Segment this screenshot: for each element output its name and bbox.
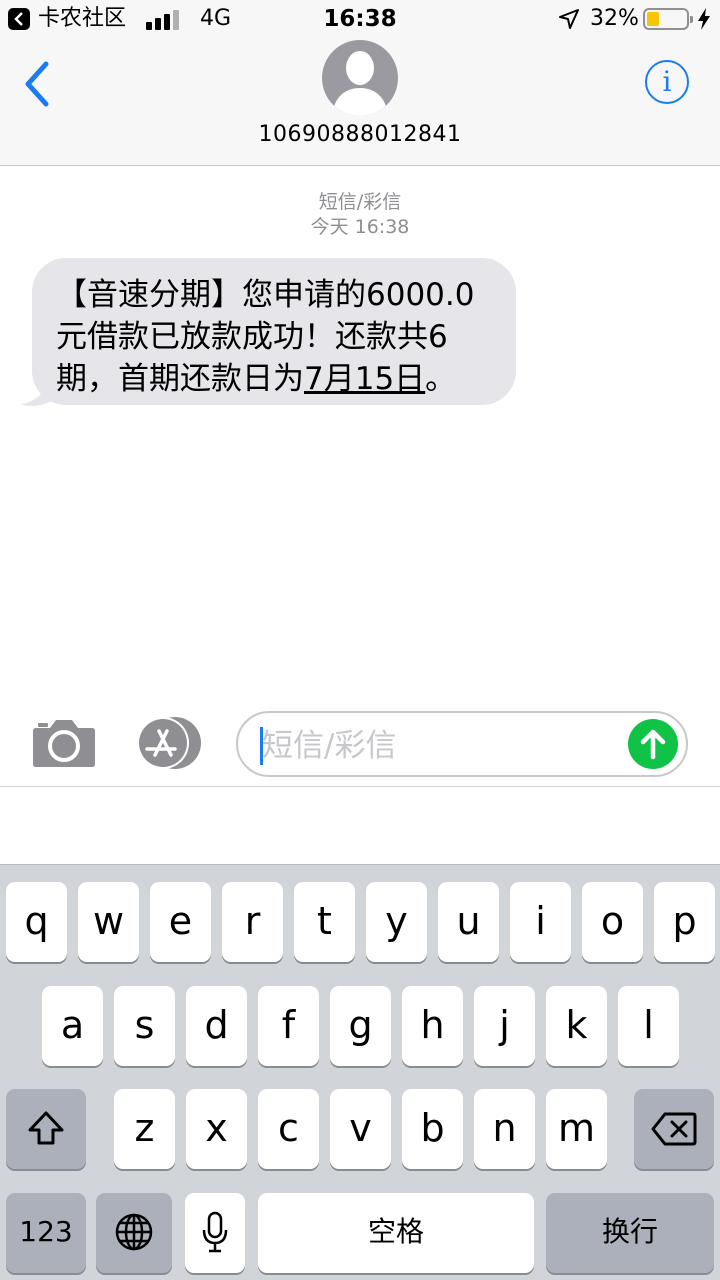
microphone-icon xyxy=(202,1211,228,1253)
message-date-link[interactable]: 7月15日 xyxy=(304,361,425,397)
contact-avatar[interactable] xyxy=(322,40,398,116)
key-h[interactable]: h xyxy=(402,986,463,1066)
key-a[interactable]: a xyxy=(42,986,103,1066)
composer-divider xyxy=(0,786,720,787)
key-o[interactable]: o xyxy=(582,882,643,962)
charging-bolt-icon xyxy=(698,8,710,30)
message-input-placeholder: 短信/彩信 xyxy=(262,728,397,764)
key-y[interactable]: y xyxy=(366,882,427,962)
battery-fill xyxy=(647,12,659,26)
battery-percent: 32% xyxy=(590,6,639,31)
dictation-key[interactable] xyxy=(185,1193,245,1273)
battery-icon xyxy=(643,8,693,30)
key-t[interactable]: t xyxy=(294,882,355,962)
key-z[interactable]: z xyxy=(114,1089,175,1169)
contact-number[interactable]: 10690888012841 xyxy=(0,120,720,150)
back-chevron-icon[interactable] xyxy=(20,60,60,110)
key-l[interactable]: l xyxy=(618,986,679,1066)
key-r[interactable]: r xyxy=(222,882,283,962)
key-j[interactable]: j xyxy=(474,986,535,1066)
message-text-end: 。 xyxy=(425,361,457,397)
key-u[interactable]: u xyxy=(438,882,499,962)
message-timestamp: 今天 16:38 xyxy=(310,216,410,238)
key-e[interactable]: e xyxy=(150,882,211,962)
key-w[interactable]: w xyxy=(78,882,139,962)
key-i[interactable]: i xyxy=(510,882,571,962)
return-key[interactable]: 换行 xyxy=(546,1193,714,1273)
incoming-message-bubble[interactable]: 【音速分期】您申请的6000.0元借款已放款成功！还款共6期，首期还款日为7月1… xyxy=(32,258,516,405)
key-p[interactable]: p xyxy=(654,882,715,962)
key-c[interactable]: c xyxy=(258,1089,319,1169)
key-b[interactable]: b xyxy=(402,1089,463,1169)
key-s[interactable]: s xyxy=(114,986,175,1066)
globe-icon xyxy=(115,1213,153,1251)
key-g[interactable]: g xyxy=(330,986,391,1066)
message-input[interactable]: 短信/彩信 xyxy=(236,711,688,777)
key-n[interactable]: n xyxy=(474,1089,535,1169)
conversation-header: 10690888012841 i xyxy=(0,40,720,166)
message-service-label: 短信/彩信 xyxy=(318,191,402,213)
key-f[interactable]: f xyxy=(258,986,319,1066)
arrow-up-icon xyxy=(640,729,666,760)
key-v[interactable]: v xyxy=(330,1089,391,1169)
location-arrow-icon xyxy=(559,9,579,29)
info-icon[interactable]: i xyxy=(645,60,689,104)
app-store-icon[interactable] xyxy=(133,715,205,771)
delete-key[interactable] xyxy=(634,1089,714,1169)
globe-key[interactable] xyxy=(96,1193,172,1273)
delete-icon xyxy=(651,1112,697,1146)
key-k[interactable]: k xyxy=(546,986,607,1066)
key-m[interactable]: m xyxy=(546,1089,607,1169)
camera-icon[interactable] xyxy=(32,718,96,768)
keyboard: q w e r t y u i o p a s d f g h j k l z … xyxy=(0,864,720,1280)
send-button[interactable] xyxy=(628,719,678,769)
numbers-key[interactable]: 123 xyxy=(6,1193,86,1273)
key-x[interactable]: x xyxy=(186,1089,247,1169)
space-key[interactable]: 空格 xyxy=(258,1193,534,1273)
key-q[interactable]: q xyxy=(6,882,67,962)
status-bar: 卡农社区 4G 16:38 32% xyxy=(0,0,720,40)
shift-key[interactable] xyxy=(6,1089,86,1169)
shift-icon xyxy=(28,1111,64,1145)
person-silhouette-icon xyxy=(332,51,388,116)
key-d[interactable]: d xyxy=(186,986,247,1066)
